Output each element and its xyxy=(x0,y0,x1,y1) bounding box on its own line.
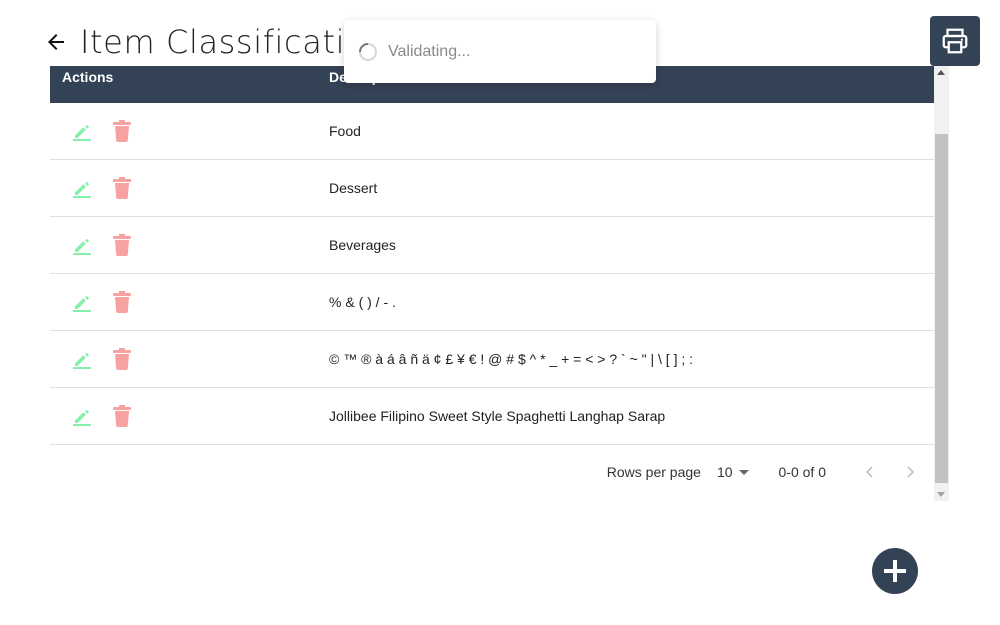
spinner-icon xyxy=(359,42,377,61)
description-cell: Food xyxy=(329,123,361,139)
scroll-down-arrow-icon[interactable] xyxy=(937,492,945,497)
row-actions xyxy=(70,160,134,216)
caret-down-icon xyxy=(738,469,749,475)
chevron-left-icon xyxy=(865,465,873,478)
edit-button[interactable] xyxy=(70,347,94,371)
table-row: Jollibee Filipino Sweet Style Spaghetti … xyxy=(50,388,934,445)
row-actions xyxy=(70,274,134,330)
description-cell: Jollibee Filipino Sweet Style Spaghetti … xyxy=(329,408,666,424)
delete-button[interactable] xyxy=(110,233,134,257)
pencil-icon xyxy=(73,181,91,198)
arrow-left-icon xyxy=(48,34,64,50)
pencil-icon xyxy=(73,409,91,426)
edit-button[interactable] xyxy=(70,290,94,314)
trash-icon xyxy=(113,177,131,199)
edit-button[interactable] xyxy=(70,119,94,143)
table-row: Dessert xyxy=(50,160,934,217)
description-cell: % & ( ) / - . xyxy=(329,294,396,310)
edit-button[interactable] xyxy=(70,233,94,257)
scroll-up-arrow-icon[interactable] xyxy=(937,70,945,75)
description-cell: Dessert xyxy=(329,180,378,196)
validating-toast: Validating... xyxy=(344,20,656,83)
chevron-right-icon xyxy=(907,465,915,478)
classification-table: Actions Description Food Dessert xyxy=(50,66,934,498)
edit-button[interactable] xyxy=(70,404,94,428)
table-row: Beverages xyxy=(50,217,934,274)
trash-icon xyxy=(113,120,131,142)
row-actions xyxy=(70,103,134,159)
row-actions xyxy=(70,217,134,273)
trash-icon xyxy=(113,234,131,256)
delete-button[interactable] xyxy=(110,404,134,428)
back-button[interactable] xyxy=(42,28,70,56)
row-actions xyxy=(70,388,134,444)
page-header: Item Classification xyxy=(42,20,386,64)
edit-button[interactable] xyxy=(70,176,94,200)
pencil-icon xyxy=(73,124,91,141)
table-row: Food xyxy=(50,103,934,160)
plus-icon xyxy=(884,560,906,582)
trash-icon xyxy=(113,348,131,370)
table-row: % & ( ) / - . xyxy=(50,274,934,331)
toast-message: Validating... xyxy=(388,42,471,60)
pencil-icon xyxy=(73,238,91,255)
delete-button[interactable] xyxy=(110,347,134,371)
trash-icon xyxy=(113,291,131,313)
delete-button[interactable] xyxy=(110,290,134,314)
add-classification-button[interactable] xyxy=(872,548,918,594)
table-row: © ™ ® à á â ñ ä ¢ £ ¥ € ! @ # $ ^ * _ + … xyxy=(50,331,934,388)
scrollbar-thumb[interactable] xyxy=(935,134,948,483)
delete-button[interactable] xyxy=(110,176,134,200)
row-actions xyxy=(70,331,134,387)
table-pagination: Rows per page 10 0-0 of 0 xyxy=(50,445,934,498)
print-button[interactable] xyxy=(930,16,980,66)
rows-per-page-value: 10 xyxy=(716,463,733,480)
delete-button[interactable] xyxy=(110,119,134,143)
column-header-actions: Actions xyxy=(62,69,114,85)
description-cell: © ™ ® à á â ñ ä ¢ £ ¥ € ! @ # $ ^ * _ + … xyxy=(329,351,694,367)
rows-per-page-select[interactable]: 10 xyxy=(717,464,751,480)
pencil-icon xyxy=(73,352,91,369)
previous-page-button[interactable] xyxy=(858,460,882,484)
printer-icon xyxy=(942,28,968,54)
next-page-button[interactable] xyxy=(898,460,922,484)
description-cell: Beverages xyxy=(329,237,396,253)
rows-per-page-label: Rows per page xyxy=(606,463,701,480)
pagination-range: 0-0 of 0 xyxy=(778,463,826,480)
page-title: Item Classification xyxy=(80,23,387,61)
trash-icon xyxy=(113,405,131,427)
pencil-icon xyxy=(73,295,91,312)
table-scrollbar[interactable] xyxy=(934,66,949,501)
